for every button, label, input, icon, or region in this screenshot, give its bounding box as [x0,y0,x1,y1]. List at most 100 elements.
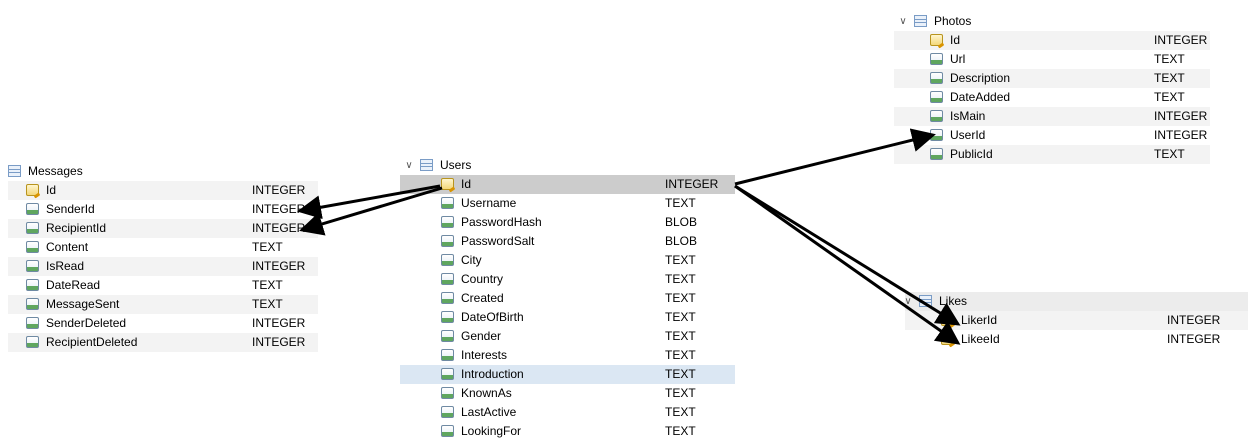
field-name: Id [46,183,57,197]
users-field-row[interactable]: Created TEXT [400,289,735,308]
users-field-row[interactable]: PasswordHash BLOB [400,213,735,232]
field-type: TEXT [665,253,696,267]
messages-field-row[interactable]: Content TEXT [8,238,318,257]
field-type: TEXT [665,424,696,438]
field-type: TEXT [665,310,696,324]
field-icon [441,330,454,342]
field-icon [26,222,39,234]
field-type: TEXT [665,386,696,400]
messages-table-header[interactable]: Messages [8,162,318,181]
photos-field-row[interactable]: UserId INTEGER [894,126,1210,145]
users-table-name: Users [440,158,472,172]
photos-field-row[interactable]: Description TEXT [894,69,1210,88]
field-name: SenderDeleted [46,316,127,330]
key-field-icon [930,34,943,46]
field-type: BLOB [665,215,698,229]
field-type: TEXT [1154,90,1185,104]
users-field-row[interactable]: PasswordSalt BLOB [400,232,735,251]
users-field-row[interactable]: Introduction TEXT [400,365,735,384]
photos-table-header[interactable]: ∨ Photos [894,12,1210,31]
field-icon [930,148,943,160]
likes-table-header[interactable]: ∨ Likes [903,292,1248,311]
users-field-row[interactable]: Gender TEXT [400,327,735,346]
users-field-row[interactable]: Id INTEGER [400,175,735,194]
field-type: INTEGER [252,202,306,216]
field-type: INTEGER [252,221,306,235]
users-field-row[interactable]: KnownAs TEXT [400,384,735,403]
field-type: TEXT [665,329,696,343]
field-icon [441,273,454,285]
field-name: KnownAs [461,386,512,400]
messages-field-row[interactable]: IsRead INTEGER [8,257,318,276]
users-field-row[interactable]: Interests TEXT [400,346,735,365]
field-icon [26,260,39,272]
field-name: PublicId [950,147,993,161]
photos-field-row[interactable]: IsMain INTEGER [894,107,1210,126]
messages-field-row[interactable]: RecipientDeleted INTEGER [8,333,318,352]
messages-field-row[interactable]: Id INTEGER [8,181,318,200]
key-field-icon [441,178,454,190]
field-name: Id [461,177,472,191]
messages-field-row[interactable]: RecipientId INTEGER [8,219,318,238]
field-name: Interests [461,348,508,362]
photos-field-row[interactable]: Url TEXT [894,50,1210,69]
users-table-panel: ∨ Users Id INTEGER Username TEXT PasswordHash B… [400,156,735,441]
field-name: LookingFor [461,424,522,438]
field-icon [441,235,454,247]
field-type: INTEGER [1154,33,1208,47]
likes-field-row[interactable]: LikerId INTEGER [905,311,1248,330]
field-type: INTEGER [252,316,306,330]
field-type: INTEGER [1154,109,1208,123]
field-icon [441,254,454,266]
field-type: INTEGER [252,183,306,197]
users-field-row[interactable]: LastActive TEXT [400,403,735,422]
messages-field-row[interactable]: SenderId INTEGER [8,200,318,219]
field-icon [930,91,943,103]
field-name: Created [461,291,504,305]
field-type: TEXT [1154,147,1185,161]
chevron-down-icon[interactable]: ∨ [898,12,908,31]
photos-field-row[interactable]: PublicId TEXT [894,145,1210,164]
field-name: LikeeId [961,332,1000,346]
field-type: TEXT [1154,52,1185,66]
messages-field-row[interactable]: DateRead TEXT [8,276,318,295]
field-type: TEXT [665,291,696,305]
users-table-header[interactable]: ∨ Users [400,156,735,175]
users-field-row[interactable]: Username TEXT [400,194,735,213]
field-name: Id [950,33,961,47]
field-name: IsMain [950,109,986,123]
likes-table-name: Likes [939,294,968,308]
field-icon [26,317,39,329]
chevron-down-icon[interactable]: ∨ [903,292,913,311]
users-field-row[interactable]: LookingFor TEXT [400,422,735,441]
field-name: Gender [461,329,502,343]
messages-table-name: Messages [28,164,83,178]
field-name: Url [950,52,966,66]
field-icon [26,298,39,310]
users-field-row[interactable]: Country TEXT [400,270,735,289]
field-icon [441,349,454,361]
field-name: SenderId [46,202,95,216]
users-field-row[interactable]: DateOfBirth TEXT [400,308,735,327]
messages-field-row[interactable]: SenderDeleted INTEGER [8,314,318,333]
field-icon [441,311,454,323]
field-type: INTEGER [665,177,719,191]
table-icon [914,15,927,27]
key-field-icon [941,314,954,326]
likes-field-row[interactable]: LikeeId INTEGER [905,330,1248,349]
photos-field-row[interactable]: Id INTEGER [894,31,1210,50]
field-icon [930,53,943,65]
field-type: INTEGER [252,335,306,349]
field-type: TEXT [665,348,696,362]
table-icon [420,159,433,171]
field-icon [26,336,39,348]
messages-field-row[interactable]: MessageSent TEXT [8,295,318,314]
field-icon [26,279,39,291]
field-type: BLOB [665,234,698,248]
chevron-down-icon[interactable]: ∨ [404,156,414,175]
field-name: UserId [950,128,986,142]
field-icon [930,72,943,84]
field-name: Username [461,196,517,210]
photos-field-row[interactable]: DateAdded TEXT [894,88,1210,107]
users-field-row[interactable]: City TEXT [400,251,735,270]
